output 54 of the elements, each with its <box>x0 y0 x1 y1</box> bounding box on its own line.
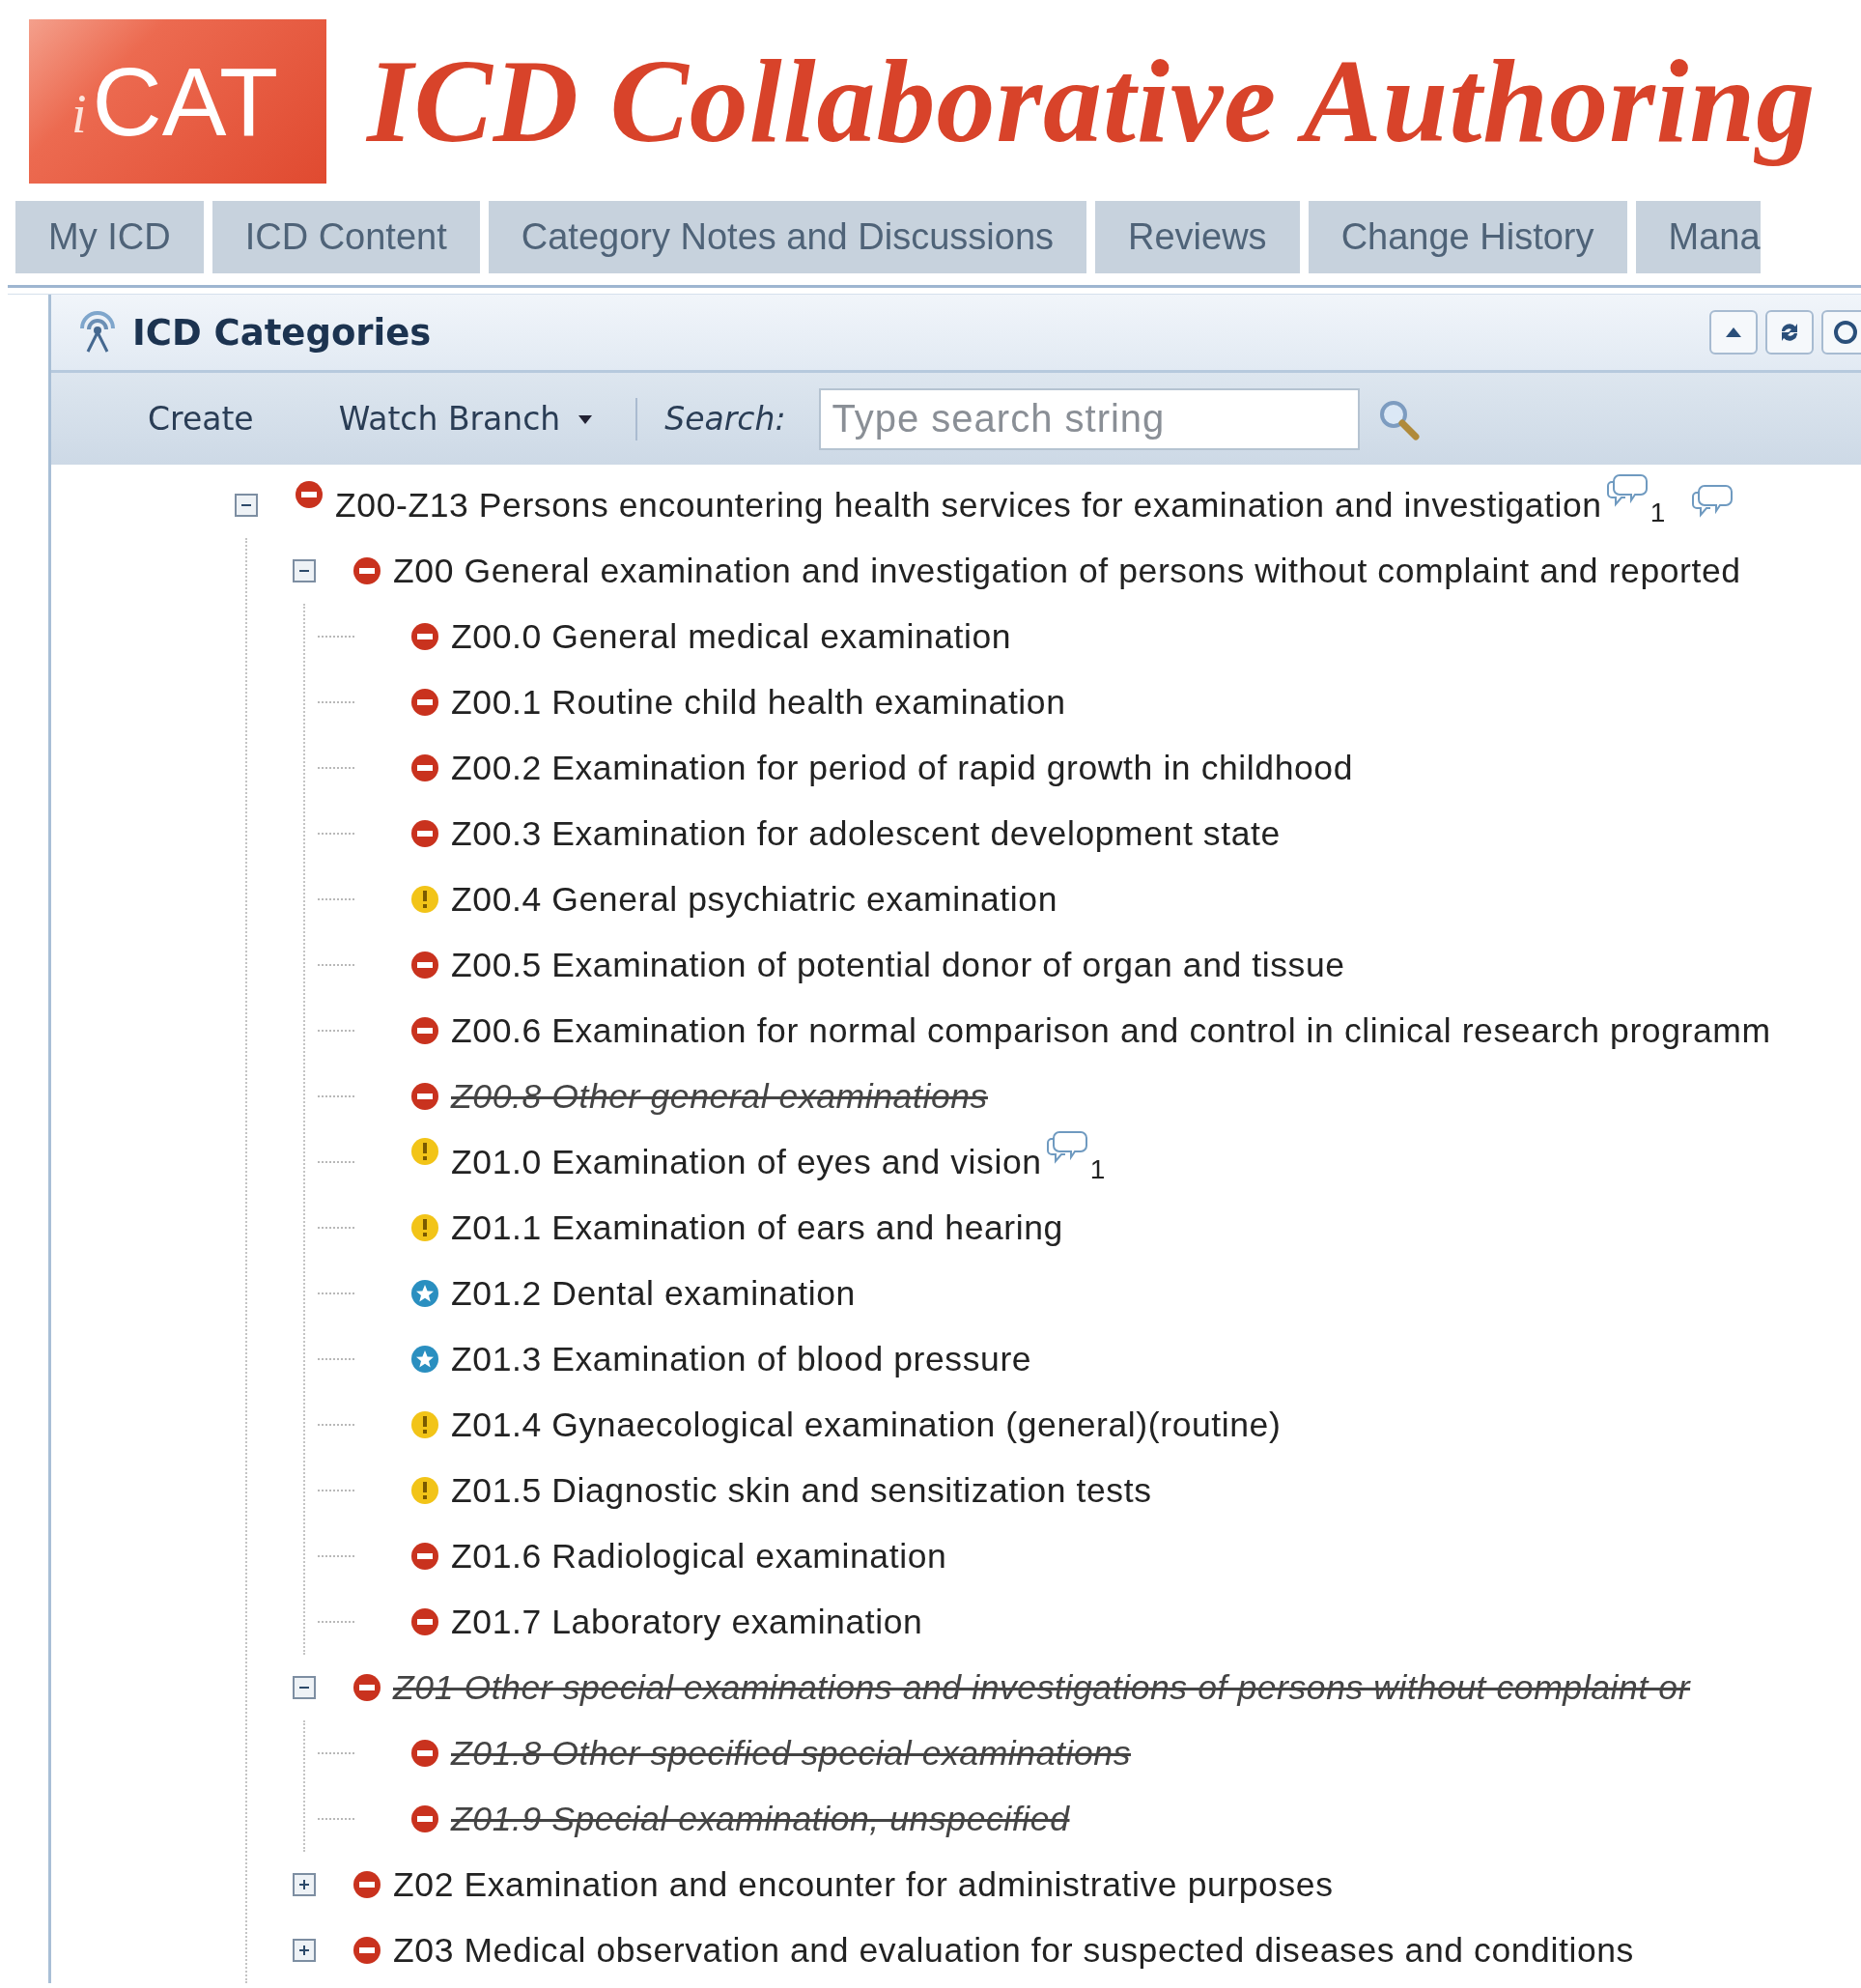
category-label[interactable]: Z01.9 Special examination, unspecified <box>451 1799 1070 1839</box>
category-label[interactable]: Z00.1 Routine child health examination <box>451 682 1066 723</box>
create-button[interactable]: Create <box>140 396 262 441</box>
note-count: 1 <box>1089 1154 1106 1185</box>
category-label[interactable]: Z00.3 Examination for adolescent development state <box>451 813 1281 854</box>
collapse-toggle[interactable] <box>293 1676 316 1699</box>
category-label[interactable]: Z00.4 General psychiatric examination <box>451 879 1057 920</box>
nav-tab[interactable]: Category Notes and Discussions <box>488 201 1086 273</box>
search-label: Search: <box>664 400 786 438</box>
category-label[interactable]: Z01.1 Examination of ears and hearing <box>451 1207 1063 1248</box>
logo: i CAT <box>29 19 326 184</box>
caret-icon <box>578 412 594 425</box>
category-label[interactable]: Z01.7 Laboratory examination <box>451 1602 923 1642</box>
category-label[interactable]: Z01.5 Diagnostic skin and sensitization tests <box>451 1470 1152 1511</box>
category-label[interactable]: Z00.2 Examination for period of rapid growth in childhood <box>451 748 1354 788</box>
category-label[interactable]: Z00.8 Other general examinations <box>451 1076 988 1117</box>
nav-tab[interactable]: ICD Content <box>211 201 480 273</box>
comment-icon[interactable] <box>1690 482 1734 520</box>
nav-tab[interactable]: Reviews <box>1095 201 1300 273</box>
search-field[interactable]: Type search string <box>818 387 1360 450</box>
category-label[interactable]: Z01 Other special examinations and investigations of persons without complaint or <box>393 1667 1691 1708</box>
up-arrow-icon <box>1724 326 1743 339</box>
nav-tab[interactable]: My ICD <box>15 201 204 273</box>
category-label[interactable]: Z00.5 Examination of potential donor of organ and tissue <box>451 945 1345 985</box>
category-label[interactable]: Z01.8 Other specified special examinations <box>451 1733 1131 1774</box>
plus-icon <box>297 1944 311 1957</box>
app-title: ICD Collaborative Authoring <box>367 35 1817 168</box>
category-label[interactable]: Z01.4 Gynaecological examination (general)(routine) <box>451 1405 1282 1445</box>
refresh-button[interactable] <box>1765 310 1814 355</box>
collapse-button[interactable] <box>1709 310 1758 355</box>
expand-toggle[interactable] <box>293 1873 316 1896</box>
comment-icon[interactable] <box>1605 472 1649 509</box>
category-label[interactable]: Z01.3 Examination of blood pressure <box>451 1339 1032 1379</box>
nav-tab[interactable]: Change History <box>1308 201 1627 273</box>
collapse-toggle[interactable] <box>235 494 258 517</box>
category-label[interactable]: Z00.0 General medical examination <box>451 616 1012 657</box>
category-label[interactable]: Z02 Examination and encounter for administrative purposes <box>393 1864 1334 1905</box>
panel-button[interactable] <box>1821 310 1861 355</box>
category-label[interactable]: Z00-Z13 Persons encountering health services for examination and investigation <box>335 485 1602 525</box>
watch-branch-button[interactable]: Watch Branch <box>330 396 602 441</box>
category-label[interactable]: Z01.2 Dental examination <box>451 1273 856 1314</box>
category-label[interactable]: Z00 General examination and investigation of persons without complaint and reported <box>393 551 1741 591</box>
category-label[interactable]: Z01.0 Examination of eyes and vision <box>451 1142 1042 1182</box>
panel-title: ICD Categories <box>132 311 432 354</box>
comment-icon[interactable] <box>1045 1129 1088 1166</box>
plus-icon <box>297 1878 311 1891</box>
expand-toggle[interactable] <box>293 1939 316 1962</box>
category-label[interactable]: Z01.6 Radiological examination <box>451 1536 947 1576</box>
category-label[interactable]: Z03 Medical observation and evaluation for suspected diseases and conditions <box>393 1930 1634 1971</box>
category-label[interactable]: Z00.6 Examination for normal comparison and control in clinical research programm <box>451 1010 1771 1051</box>
circle-icon <box>1833 320 1858 345</box>
note-count: 1 <box>1650 497 1666 528</box>
collapse-toggle[interactable] <box>293 559 316 582</box>
nav-tab[interactable]: Mana <box>1635 201 1761 273</box>
